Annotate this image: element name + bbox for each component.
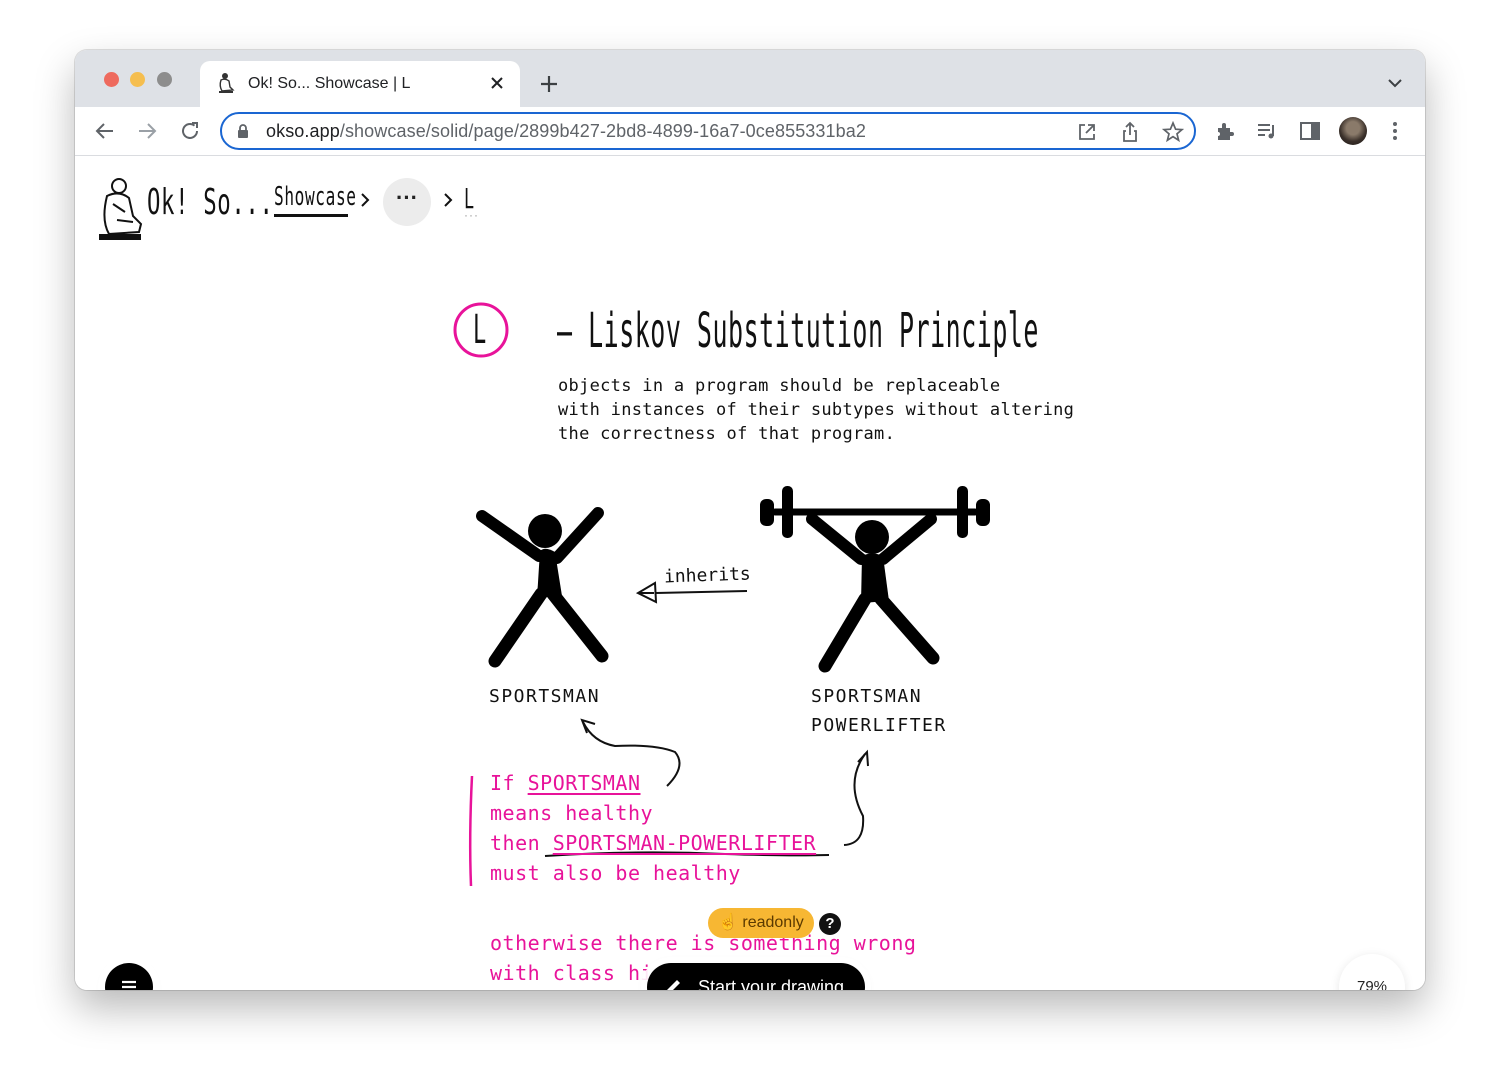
- sportsman-figure: [476, 507, 609, 668]
- browser-window: Ok! So... Showcase | L okso.app/showcase…: [75, 50, 1425, 990]
- side-panel-icon[interactable]: [1298, 119, 1322, 143]
- principle-description: objects in a program should be replaceab…: [558, 374, 1074, 446]
- forward-icon[interactable]: [135, 119, 159, 143]
- media-control-icon[interactable]: [1255, 119, 1279, 143]
- powerlifter-label-line2: POWERLIFTER: [811, 715, 947, 736]
- page-title: – Liskov Substitution Principle: [557, 303, 1039, 359]
- star-icon[interactable]: [1162, 121, 1184, 143]
- pencil-icon: [667, 980, 680, 990]
- share-icon[interactable]: [1119, 121, 1141, 143]
- profile-avatar[interactable]: [1339, 117, 1367, 145]
- minimize-window-button[interactable]: [130, 72, 145, 87]
- rule-powerlifter: SPORTSMAN-POWERLIFTER: [552, 831, 817, 855]
- rule-line-2: means healthy: [490, 801, 654, 825]
- description-line: the correctness of that program.: [558, 424, 896, 444]
- lock-icon[interactable]: [236, 123, 250, 139]
- inherits-label: inherits: [663, 563, 752, 588]
- powerlifter-figure: [760, 486, 990, 673]
- back-icon[interactable]: [93, 119, 117, 143]
- start-drawing-label: Start your drawing: [698, 977, 845, 990]
- address-bar[interactable]: okso.app/showcase/solid/page/2899b427-2b…: [220, 112, 1196, 150]
- rule-sportsman: SPORTSMAN: [527, 771, 641, 795]
- url-text: okso.app/showcase/solid/page/2899b427-2b…: [266, 121, 866, 142]
- extensions-icon[interactable]: [1213, 119, 1237, 143]
- start-drawing-button[interactable]: Start your drawing: [647, 963, 865, 990]
- url-host: okso.app: [266, 121, 340, 141]
- tab-title: Ok! So... Showcase | L: [248, 75, 411, 92]
- rule-line-4: must also be healthy: [490, 861, 741, 885]
- thinker-icon: [219, 73, 235, 93]
- new-tab-icon[interactable]: [537, 72, 561, 96]
- url-path: /showcase/solid/page/2899b427-2bd8-4899-…: [339, 121, 866, 141]
- rule-then: then: [490, 831, 541, 855]
- hamburger-icon: [122, 980, 136, 989]
- tab-strip: Ok! So... Showcase | L: [75, 50, 1425, 107]
- zoom-window-button[interactable]: [157, 72, 172, 87]
- readonly-label: readonly: [742, 914, 804, 931]
- rule-line-1: If SPORTSMAN: [490, 768, 641, 798]
- close-window-button[interactable]: [104, 72, 119, 87]
- rule-if: If: [490, 771, 516, 795]
- description-line: with instances of their subtypes without…: [558, 400, 1075, 420]
- powerlifter-label-line1: SPORTSMAN: [811, 686, 923, 707]
- readonly-badge[interactable]: ☝ readonly: [708, 908, 814, 938]
- more-menu-icon[interactable]: [1383, 119, 1407, 143]
- rule-line-3: then SPORTSMAN-POWERLIFTER: [490, 828, 816, 858]
- help-button[interactable]: ?: [819, 913, 841, 935]
- open-in-app-icon[interactable]: [1076, 121, 1098, 143]
- title-badge-letter: L: [473, 307, 487, 353]
- description-line: objects in a program should be replaceab…: [558, 376, 1001, 396]
- chevron-down-icon[interactable]: [1385, 76, 1405, 90]
- tab-okso[interactable]: Ok! So... Showcase | L: [200, 61, 520, 107]
- close-tab-icon[interactable]: [486, 72, 508, 94]
- browser-toolbar: okso.app/showcase/solid/page/2899b427-2b…: [75, 107, 1425, 156]
- rule-vertical-line: [468, 775, 474, 887]
- sportsman-label: SPORTSMAN: [489, 686, 601, 707]
- page-content: Ok! So... Showcase ··· L ··· L – Liskov …: [75, 156, 1425, 990]
- curve-arrow-powerlifter: [843, 753, 866, 846]
- reload-icon[interactable]: [178, 119, 202, 143]
- pointer-hand-icon: ☝: [718, 914, 738, 931]
- otherwise-line-1: otherwise there is something wrong: [490, 931, 917, 955]
